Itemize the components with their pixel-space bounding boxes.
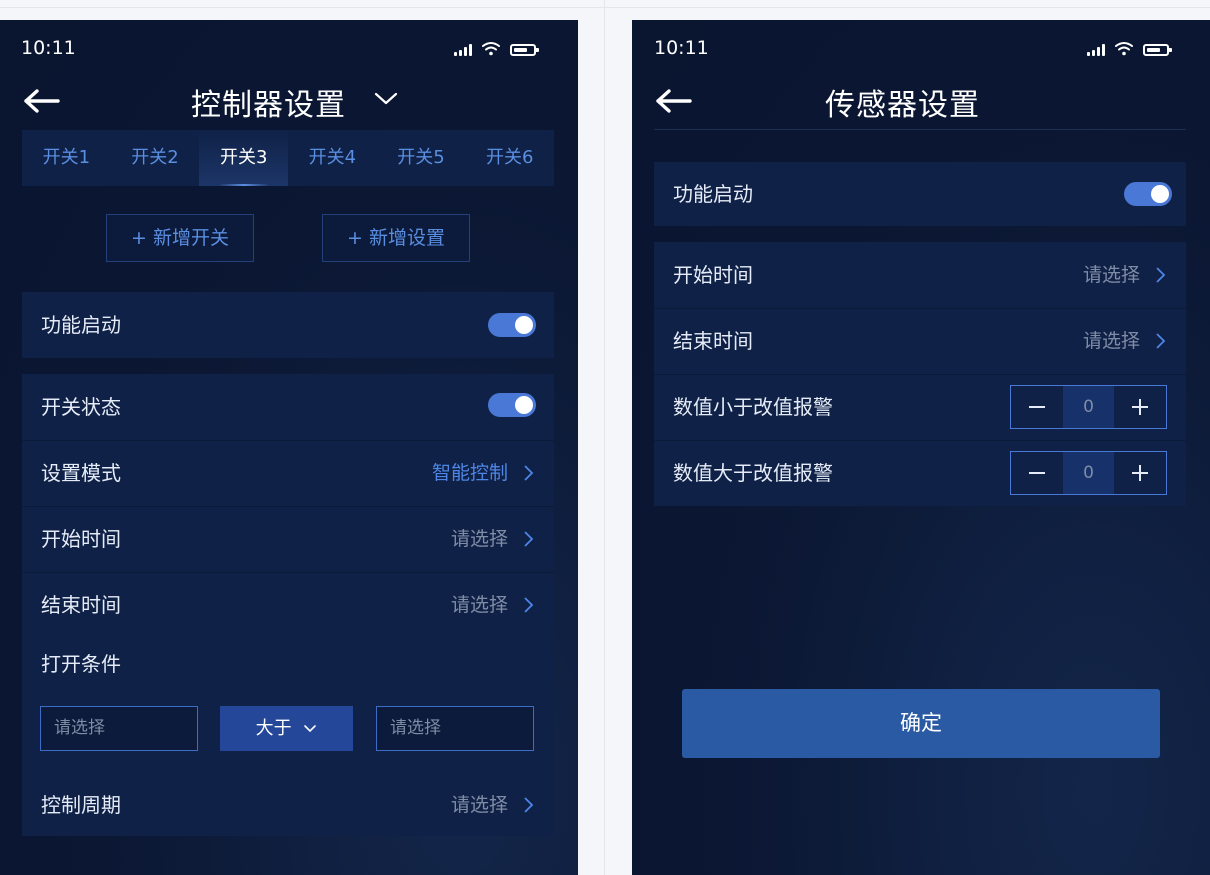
tab-switch-6[interactable]: 开关6 <box>465 130 554 186</box>
condition-operator-value: 大于 <box>255 718 292 739</box>
switch-tabs: 开关1 开关2 开关3 开关4 开关5 开关6 <box>22 130 554 186</box>
add-switch-button[interactable]: + 新增开关 <box>106 214 254 262</box>
battery-icon <box>1143 44 1172 56</box>
end-time-row[interactable]: 结束时间 请选择 <box>22 572 554 638</box>
chevron-right-icon <box>1156 333 1166 349</box>
wifi-icon <box>1115 42 1133 56</box>
start-time-label: 开始时间 <box>41 527 121 551</box>
function-enable-row: 功能启动 <box>22 292 554 358</box>
switch-status-row: 开关状态 <box>22 374 554 441</box>
alarm-above-decrement-button[interactable] <box>1011 452 1063 494</box>
function-enable-label: 功能启动 <box>673 182 753 206</box>
function-enable-row: 功能启动 <box>654 162 1186 226</box>
open-condition-label: 打开条件 <box>41 652 121 676</box>
alarm-below-row: 数值小于改值报警 0 <box>654 374 1186 441</box>
alarm-below-stepper: 0 <box>1010 385 1167 429</box>
chevron-right-icon <box>524 797 534 813</box>
tab-switch-5[interactable]: 开关5 <box>377 130 466 186</box>
header-divider <box>654 129 1186 130</box>
chevron-right-icon <box>524 597 534 613</box>
start-time-value: 请选择 <box>1082 264 1140 286</box>
page-title: 传感器设置 <box>825 88 980 123</box>
chevron-down-icon[interactable] <box>373 88 399 108</box>
end-time-value: 请选择 <box>450 594 508 616</box>
condition-operator-select[interactable]: 大于 <box>220 706 353 751</box>
mode-value: 智能控制 <box>431 462 508 484</box>
alarm-above-stepper: 0 <box>1010 451 1167 495</box>
confirm-button[interactable]: 确定 <box>682 689 1160 758</box>
status-icons <box>1087 40 1172 56</box>
page-top-border <box>0 7 1210 8</box>
start-time-row[interactable]: 开始时间 请选择 <box>654 242 1186 309</box>
tab-switch-2[interactable]: 开关2 <box>111 130 200 186</box>
status-icons <box>454 40 539 56</box>
wifi-icon <box>482 42 500 56</box>
switch-status-label: 开关状态 <box>41 395 121 419</box>
switch-settings-card: 开关状态 设置模式 智能控制 开始时间 请选择 结束时间 请选择 打开条件 控制… <box>22 374 554 836</box>
condition-right-input[interactable]: 请选择 <box>376 706 534 751</box>
alarm-above-value[interactable]: 0 <box>1063 452 1114 494</box>
open-condition-row: 打开条件 <box>22 634 554 694</box>
function-enable-label: 功能启动 <box>41 313 121 337</box>
condition-left-input[interactable]: 请选择 <box>40 706 198 751</box>
function-enable-card: 功能启动 <box>654 162 1186 226</box>
signal-icon <box>1087 44 1105 56</box>
minus-icon <box>1029 472 1045 474</box>
chevron-right-icon <box>524 465 534 481</box>
alarm-above-row: 数值大于改值报警 0 <box>654 440 1186 506</box>
tab-switch-4[interactable]: 开关4 <box>288 130 377 186</box>
alarm-below-label: 数值小于改值报警 <box>673 395 833 419</box>
tab-switch-1[interactable]: 开关1 <box>22 130 111 186</box>
tab-switch-3[interactable]: 开关3 <box>199 130 289 186</box>
end-time-label: 结束时间 <box>41 593 121 617</box>
add-setting-button[interactable]: + 新增设置 <box>322 214 470 262</box>
mode-label: 设置模式 <box>41 461 121 485</box>
start-time-value: 请选择 <box>450 528 508 550</box>
back-arrow-icon[interactable] <box>654 86 694 116</box>
start-time-label: 开始时间 <box>673 263 753 287</box>
function-enable-toggle[interactable] <box>488 313 536 337</box>
minus-icon <box>1029 406 1045 408</box>
sensor-settings-card: 开始时间 请选择 结束时间 请选择 数值小于改值报警 0 数值大于改值报警 0 <box>654 242 1186 506</box>
sensor-settings-screen: 10:11 传感器设置 功能启动 开始时间 请选择 结束时间 请选择 数值小于改… <box>632 20 1210 875</box>
battery-icon <box>510 44 539 56</box>
signal-icon <box>454 44 472 56</box>
control-cycle-value: 请选择 <box>450 794 508 816</box>
control-cycle-label: 控制周期 <box>41 793 121 817</box>
alarm-below-decrement-button[interactable] <box>1011 386 1063 428</box>
status-time: 10:11 <box>21 37 76 59</box>
back-arrow-icon[interactable] <box>22 86 62 116</box>
status-time: 10:11 <box>654 37 709 59</box>
plus-icon <box>1132 465 1148 481</box>
control-cycle-row[interactable]: 控制周期 请选择 <box>22 772 554 838</box>
chevron-right-icon <box>1156 267 1166 283</box>
panel-divider <box>604 0 605 875</box>
alarm-above-increment-button[interactable] <box>1114 452 1166 494</box>
end-time-row[interactable]: 结束时间 请选择 <box>654 308 1186 375</box>
start-time-row[interactable]: 开始时间 请选择 <box>22 506 554 573</box>
mode-row[interactable]: 设置模式 智能控制 <box>22 440 554 507</box>
page-title: 控制器设置 <box>191 88 346 123</box>
switch-status-toggle[interactable] <box>488 393 536 417</box>
controller-settings-screen: 10:11 控制器设置 开关1 开关2 开关3 开关4 开关5 开关6 + 新增… <box>0 20 578 875</box>
alarm-below-increment-button[interactable] <box>1114 386 1166 428</box>
end-time-value: 请选择 <box>1082 330 1140 352</box>
function-enable-card: 功能启动 <box>22 292 554 358</box>
plus-icon <box>1132 399 1148 415</box>
chevron-right-icon <box>524 531 534 547</box>
chevron-down-icon <box>304 725 317 733</box>
alarm-below-value[interactable]: 0 <box>1063 386 1114 428</box>
end-time-label: 结束时间 <box>673 329 753 353</box>
function-enable-toggle[interactable] <box>1124 182 1172 206</box>
alarm-above-label: 数值大于改值报警 <box>673 461 833 485</box>
